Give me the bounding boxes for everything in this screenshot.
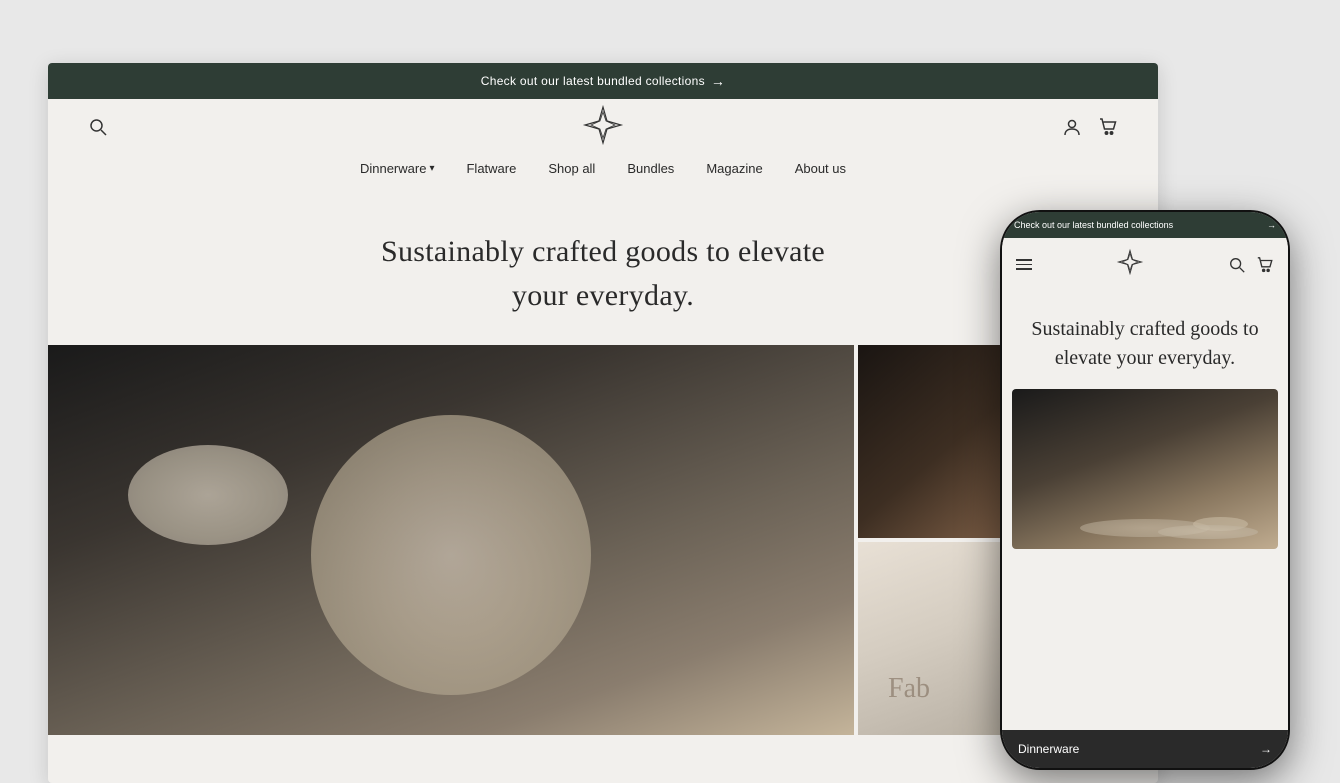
phone-announcement-text: Check out our latest bundled collections [1014,220,1173,230]
desktop-browser: Check out our latest bundled collections… [48,63,1158,783]
phone-mockup: Check out our latest bundled collections… [1000,210,1290,770]
header-right [1062,117,1118,137]
phone-category-label: Dinnerware [1018,742,1079,756]
logo-area[interactable] [581,103,625,152]
nav-flatware[interactable]: Flatware [466,161,516,176]
phone-search-icon[interactable] [1228,256,1246,274]
cart-icon[interactable] [1098,117,1118,137]
nav-shop-all[interactable]: Shop all [548,161,595,176]
announcement-text: Check out our latest bundled collections [481,74,705,88]
hero-image-grid: Fab [48,345,1158,735]
nav-bundles[interactable]: Bundles [627,161,674,176]
phone-header [1002,238,1288,291]
phone-cart-icon[interactable] [1256,256,1274,274]
search-icon[interactable] [88,117,108,137]
brand-logo [581,103,625,152]
hero-image-left [48,345,854,735]
phone-screen: Check out our latest bundled collections… [1002,212,1288,768]
phone-brand-logo[interactable] [1116,248,1144,281]
phone-hero-image [1012,389,1278,549]
hamburger-icon[interactable] [1016,259,1032,270]
hero-heading: Sustainably crafted goods to elevate you… [48,194,1158,345]
phone-announcement-arrow: → [1267,220,1276,230]
account-icon[interactable] [1062,117,1082,137]
nav-about-us[interactable]: About us [795,161,846,176]
navigation: Dinnerware ▾ Flatware Shop all Bundles M… [48,155,1158,194]
phone-hero-heading: Sustainably crafted goods to elevate you… [1002,291,1288,389]
nav-dinnerware[interactable]: Dinnerware ▾ [360,161,435,176]
fab-watermark: Fab [888,673,930,705]
nav-magazine[interactable]: Magazine [706,161,762,176]
phone-announcement-bar[interactable]: Check out our latest bundled collections… [1002,212,1288,238]
announcement-arrow: → [711,73,725,89]
phone-header-icons [1228,256,1274,274]
announcement-bar[interactable]: Check out our latest bundled collections… [48,63,1158,99]
header [48,99,1158,155]
phone-bottom-bar[interactable]: Dinnerware → [1002,730,1288,768]
phone-bottom-arrow: → [1260,742,1272,756]
header-left [88,117,108,137]
chevron-down-icon: ▾ [429,163,434,174]
